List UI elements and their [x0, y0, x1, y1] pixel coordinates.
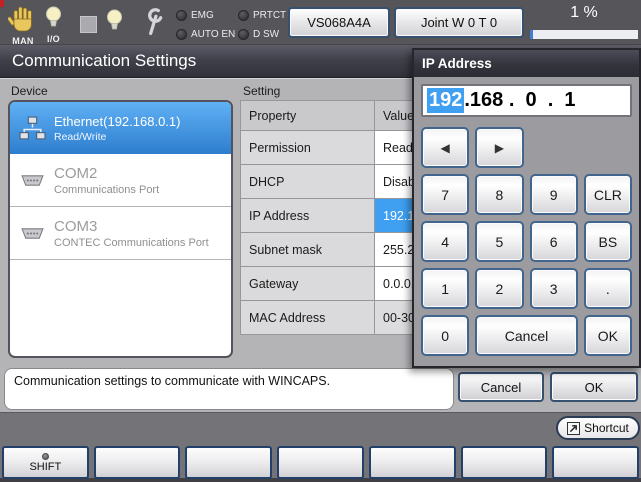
network-icon	[10, 116, 54, 141]
emg-label: EMG	[191, 10, 214, 21]
numeric-keypad: ◀ ▶ 7 8 9 CLR 4 5 6 BS 1 2 3 . 0 Cancel …	[414, 121, 639, 362]
key-dot[interactable]: .	[584, 268, 632, 309]
teach-pendant-screen: MAN I/O	[0, 0, 641, 482]
status-lamps: EMG PRTCT AUTO EN D SW	[176, 8, 290, 42]
function-key[interactable]	[277, 446, 364, 479]
property-cell: Permission	[241, 131, 375, 165]
wrench-icon	[144, 7, 165, 42]
device-subtitle: CONTEC Communications Port	[54, 237, 209, 249]
shortcut-button[interactable]: Shortcut	[556, 416, 640, 440]
property-cell: MAC Address	[241, 301, 375, 335]
square-status-icon	[80, 16, 97, 33]
function-key[interactable]	[461, 446, 548, 479]
function-key[interactable]	[552, 446, 639, 479]
auto-en-indicator: AUTO EN	[176, 27, 238, 42]
dialog-cancel-button[interactable]: Cancel	[475, 315, 578, 356]
io-label: I/O	[47, 34, 60, 44]
top-status-bar: MAN I/O	[0, 0, 641, 45]
device-title: COM3	[54, 218, 209, 235]
corner-marker	[0, 0, 4, 7]
key-8[interactable]: 8	[475, 174, 523, 215]
auto-en-label: AUTO EN	[191, 29, 235, 40]
setting-section-label: Setting	[243, 84, 280, 98]
function-key[interactable]	[369, 446, 456, 479]
property-cell: Gateway	[241, 267, 375, 301]
key-0[interactable]: 0	[421, 315, 469, 356]
ip-address-dialog: IP Address 192.168 . 0 . 1 ◀ ▶ 7 8 9 CLR…	[412, 48, 641, 368]
ok-button[interactable]: OK	[550, 372, 638, 402]
device-item-com3[interactable]: COM3 CONTEC Communications Port	[10, 207, 231, 260]
device-list: Ethernet(192.168.0.1) Read/Write COM2 Co…	[8, 100, 233, 358]
bulb-icon	[106, 9, 123, 38]
key-clr[interactable]: CLR	[584, 174, 632, 215]
prtct-label: PRTCT	[253, 10, 286, 21]
prtct-indicator: PRTCT	[238, 8, 290, 23]
shift-function-key[interactable]: SHIFT	[2, 446, 89, 479]
key-5[interactable]: 5	[475, 221, 523, 262]
device-title: Ethernet(192.168.0.1)	[54, 114, 180, 129]
speed-progress-fill	[530, 30, 533, 39]
speed-progress-bar	[530, 30, 638, 39]
device-subtitle: Communications Port	[54, 184, 159, 196]
shortcut-label: Shortcut	[584, 421, 629, 435]
emg-indicator: EMG	[176, 8, 238, 23]
function-key[interactable]	[185, 446, 272, 479]
shift-label: SHIFT	[29, 461, 61, 473]
description-box: Communication settings to communicate wi…	[4, 368, 454, 410]
function-key-row: SHIFT	[2, 446, 639, 479]
emg-lamp-icon	[176, 10, 187, 21]
hand-icon	[8, 6, 38, 37]
ip-octet-selected: 192	[427, 88, 464, 113]
maintenance-indicator	[144, 7, 165, 42]
footer-bar: Shortcut SHIFT	[0, 412, 641, 482]
io-indicator: I/O	[45, 6, 62, 44]
shortcut-arrow-icon	[567, 422, 580, 435]
property-cell: Subnet mask	[241, 233, 375, 267]
key-9[interactable]: 9	[530, 174, 578, 215]
robot-select-button[interactable]: VS068A4A	[288, 7, 390, 38]
device-section-label: Device	[11, 84, 48, 98]
key-7[interactable]: 7	[421, 174, 469, 215]
prtct-lamp-icon	[238, 10, 249, 21]
dialog-title: IP Address	[414, 50, 639, 77]
auto-en-lamp-icon	[176, 29, 187, 40]
key-4[interactable]: 4	[421, 221, 469, 262]
function-key[interactable]	[94, 446, 181, 479]
device-subtitle: Read/Write	[54, 131, 180, 143]
ip-input-field[interactable]: 192.168 . 0 . 1	[421, 84, 632, 117]
cancel-button[interactable]: Cancel	[458, 372, 544, 402]
device-title: COM2	[54, 165, 159, 182]
dialog-ok-button[interactable]: OK	[584, 315, 632, 356]
key-1[interactable]: 1	[421, 268, 469, 309]
prev-octet-button[interactable]: ◀	[421, 127, 469, 168]
column-header-property: Property	[241, 101, 375, 131]
key-6[interactable]: 6	[530, 221, 578, 262]
d-sw-indicator: D SW	[238, 27, 290, 42]
d-sw-lamp-icon	[238, 29, 249, 40]
serial-port-icon	[10, 174, 54, 187]
shift-lamp-icon	[42, 453, 49, 460]
speed-readout: 1 %	[530, 4, 638, 22]
device-item-com2[interactable]: COM2 Communications Port	[10, 154, 231, 207]
key-backspace[interactable]: BS	[584, 221, 632, 262]
device-item-ethernet[interactable]: Ethernet(192.168.0.1) Read/Write	[10, 102, 231, 154]
property-cell: DHCP	[241, 165, 375, 199]
manual-mode-indicator: MAN	[8, 6, 38, 46]
d-sw-label: D SW	[253, 29, 279, 40]
bulb-icon	[45, 6, 62, 35]
key-2[interactable]: 2	[475, 268, 523, 309]
coordinate-mode-button[interactable]: Joint W 0 T 0	[394, 7, 524, 38]
key-3[interactable]: 3	[530, 268, 578, 309]
property-cell: IP Address	[241, 199, 375, 233]
next-octet-button[interactable]: ▶	[475, 127, 523, 168]
serial-port-icon	[10, 227, 54, 240]
lamp-indicator	[106, 9, 123, 38]
ip-octets-rest: .168 . 0 . 1	[464, 89, 575, 112]
